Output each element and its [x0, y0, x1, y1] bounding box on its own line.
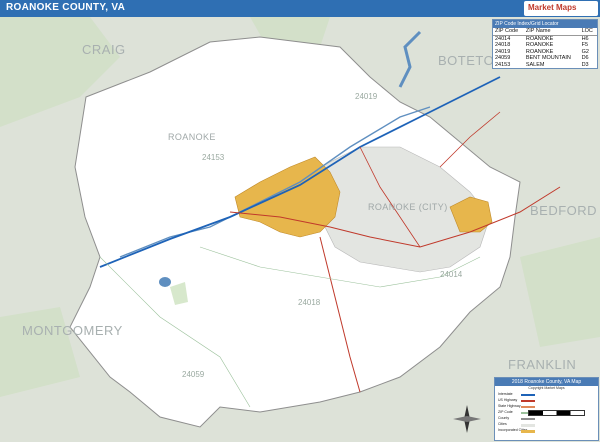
logo-text: Market Maps [528, 3, 577, 12]
zip-index-table: ZIP Code Index/Grid Locator ZIP Code ZIP… [492, 19, 598, 69]
zip-label: 24059 [182, 370, 205, 379]
column-header: ZIP Code [493, 28, 524, 36]
neighbor-label: FRANKLIN [508, 357, 576, 372]
legend-item: County [498, 416, 510, 420]
legend-swatch [521, 424, 535, 427]
table-row: 24153 SALEM D3 [495, 61, 589, 68]
legend-item: Interstate [498, 392, 513, 396]
legend-swatch [521, 406, 535, 408]
zip-label: 24153 [202, 153, 225, 162]
column-header: LOC [579, 28, 597, 36]
legend-swatch [521, 400, 535, 402]
neighbor-label: MONTGOMERY [22, 323, 123, 338]
map-frame: ROANOKE COUNTY, VA Market Maps CRAIG BOT… [0, 0, 600, 442]
legend-item: Cities [498, 422, 507, 426]
neighbor-label: CRAIG [82, 42, 126, 57]
zip-index-grid: ZIP Code ZIP Name LOC 24014 ROANOKE H6 2… [493, 28, 597, 68]
scale-bar [528, 410, 585, 416]
legend-item: ZIP Code [498, 410, 513, 414]
legend-swatch [521, 418, 535, 420]
zip-label: 24019 [355, 92, 378, 101]
column-header: ZIP Name [523, 28, 580, 36]
map-legend: 2018 Roanoke County, VA Map Copyright Ma… [494, 377, 599, 441]
map-title: ROANOKE COUNTY, VA [6, 2, 126, 13]
legend-item: US Highway [498, 398, 518, 402]
zip-index-heading: ZIP Code Index/Grid Locator [493, 20, 597, 28]
title-bar: ROANOKE COUNTY, VA Market Maps [0, 0, 600, 17]
table-row: 24059 BENT MOUNTAIN D6 [495, 55, 589, 61]
table-row: 24018 ROANOKE F5 [495, 42, 588, 48]
place-label: ROANOKE (CITY) [368, 202, 448, 212]
neighbor-label: BEDFORD [530, 203, 597, 218]
lake [159, 277, 171, 287]
zip-label: 24018 [298, 298, 321, 307]
compass-rose-icon [453, 405, 481, 433]
legend-item: State Highway [498, 404, 521, 408]
brand-logo: Market Maps [524, 1, 598, 16]
legend-subtitle: Copyright Market Maps [528, 386, 565, 390]
place-label: ROANOKE [168, 132, 216, 142]
legend-title: 2018 Roanoke County, VA Map [495, 378, 598, 386]
legend-swatch [521, 394, 535, 396]
table-row: 24014 ROANOKE H6 [495, 35, 589, 42]
zip-label: 24014 [440, 270, 463, 279]
legend-swatch [521, 430, 535, 433]
